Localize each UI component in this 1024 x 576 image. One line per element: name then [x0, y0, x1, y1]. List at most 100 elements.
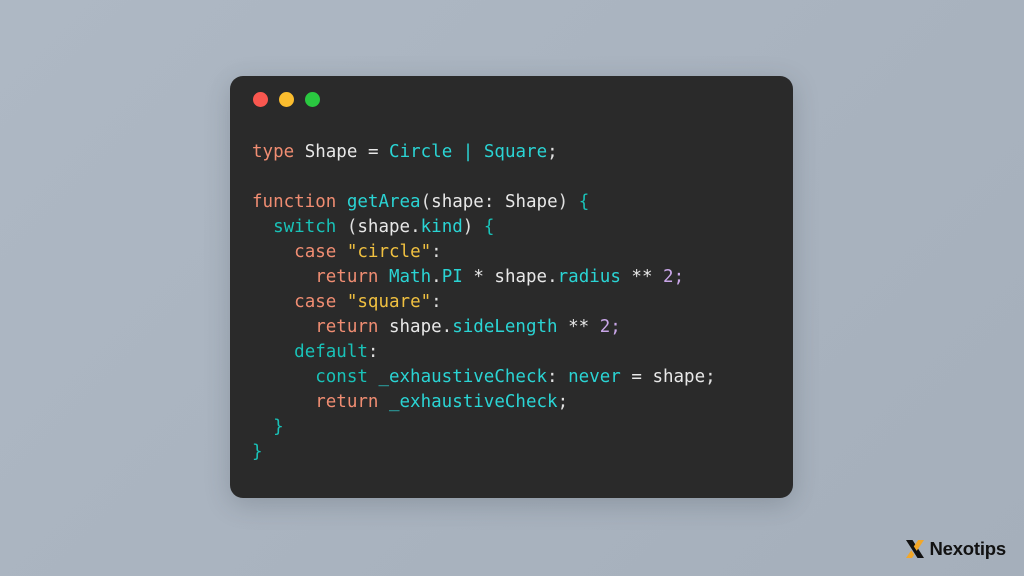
code-line-12: } [252, 415, 793, 440]
code-token: ; [610, 317, 621, 337]
code-token: ; [705, 367, 716, 387]
nexotips-watermark: Nexotips [904, 538, 1006, 560]
close-window-button[interactable] [253, 91, 268, 107]
code-token: ; [673, 267, 685, 287]
code-token: ; [547, 142, 558, 162]
code-token: switch [273, 217, 337, 237]
code-line-4: switch (shape.kind) { [252, 215, 793, 240]
code-token: Shape [304, 142, 358, 162]
code-token: : [483, 192, 495, 212]
code-token: Math [388, 267, 432, 287]
code-token: never [568, 367, 621, 387]
code-token: : [367, 342, 379, 362]
code-token: return [315, 317, 379, 337]
minimize-window-button[interactable] [279, 91, 294, 107]
code-token: function [252, 192, 337, 212]
code-token: case [294, 242, 337, 262]
code-token: ** [568, 317, 590, 337]
code-token: shape [652, 367, 706, 387]
code-token: : [431, 292, 442, 312]
code-token: shape [431, 192, 484, 212]
code-token: ** [631, 267, 653, 287]
code-token: _exhaustiveCheck [388, 392, 558, 412]
code-token: sideLength [452, 317, 558, 337]
code-token: . [410, 217, 421, 237]
code-token: . [441, 317, 453, 337]
code-window: type Shape = Circle | Square; function ge… [230, 76, 793, 498]
code-token: kind [420, 217, 463, 237]
code-token: "square" [346, 292, 432, 312]
code-token: ( [420, 192, 432, 212]
code-line-10: const _exhaustiveCheck: never = shape; [252, 365, 793, 390]
code-token: = [631, 367, 642, 387]
code-line-3: function getArea(shape: Shape) { [252, 190, 793, 215]
code-editor-content[interactable]: type Shape = Circle | Square; function ge… [230, 122, 793, 465]
code-token: ) [557, 192, 569, 212]
code-token: ; [557, 392, 569, 412]
code-line-13: } [252, 440, 793, 465]
code-token: { [483, 217, 495, 237]
code-token: = [367, 142, 379, 162]
code-token: : [547, 367, 558, 387]
code-token: shape [494, 267, 548, 287]
nexotips-wordmark: Nexotips [929, 538, 1006, 559]
code-token: return [315, 392, 379, 412]
code-token: Circle [389, 142, 453, 162]
code-token: ) [462, 217, 474, 237]
code-token: { [578, 192, 590, 212]
code-token: 2 [599, 317, 611, 337]
code-token: shape [357, 217, 411, 237]
code-token: type [252, 142, 295, 162]
code-token: Shape [504, 192, 558, 212]
code-line-1: type Shape = Circle | Square; [252, 140, 793, 165]
code-token: radius [557, 267, 621, 287]
code-line-5: case "circle": [252, 240, 793, 265]
code-line-11: return _exhaustiveCheck; [252, 390, 793, 415]
maximize-window-button[interactable] [305, 91, 320, 107]
code-token: getArea [346, 192, 421, 212]
code-token: 2 [663, 267, 674, 287]
nexotips-x-logo-icon [906, 540, 925, 558]
code-token: const [315, 367, 368, 387]
code-token: ( [346, 217, 358, 237]
code-token: : [431, 242, 442, 262]
code-token: * [473, 267, 484, 287]
code-token: } [252, 442, 263, 462]
code-token: . [547, 267, 558, 287]
code-line-7: case "square": [252, 290, 793, 315]
code-line-8: return shape.sideLength ** 2; [252, 315, 793, 340]
code-line-9: default: [252, 340, 793, 365]
code-token: _exhaustiveCheck [378, 367, 548, 387]
code-token: default [294, 342, 368, 362]
code-token: shape [388, 317, 442, 337]
code-line-6: return Math.PI * shape.radius ** 2; [252, 265, 793, 290]
